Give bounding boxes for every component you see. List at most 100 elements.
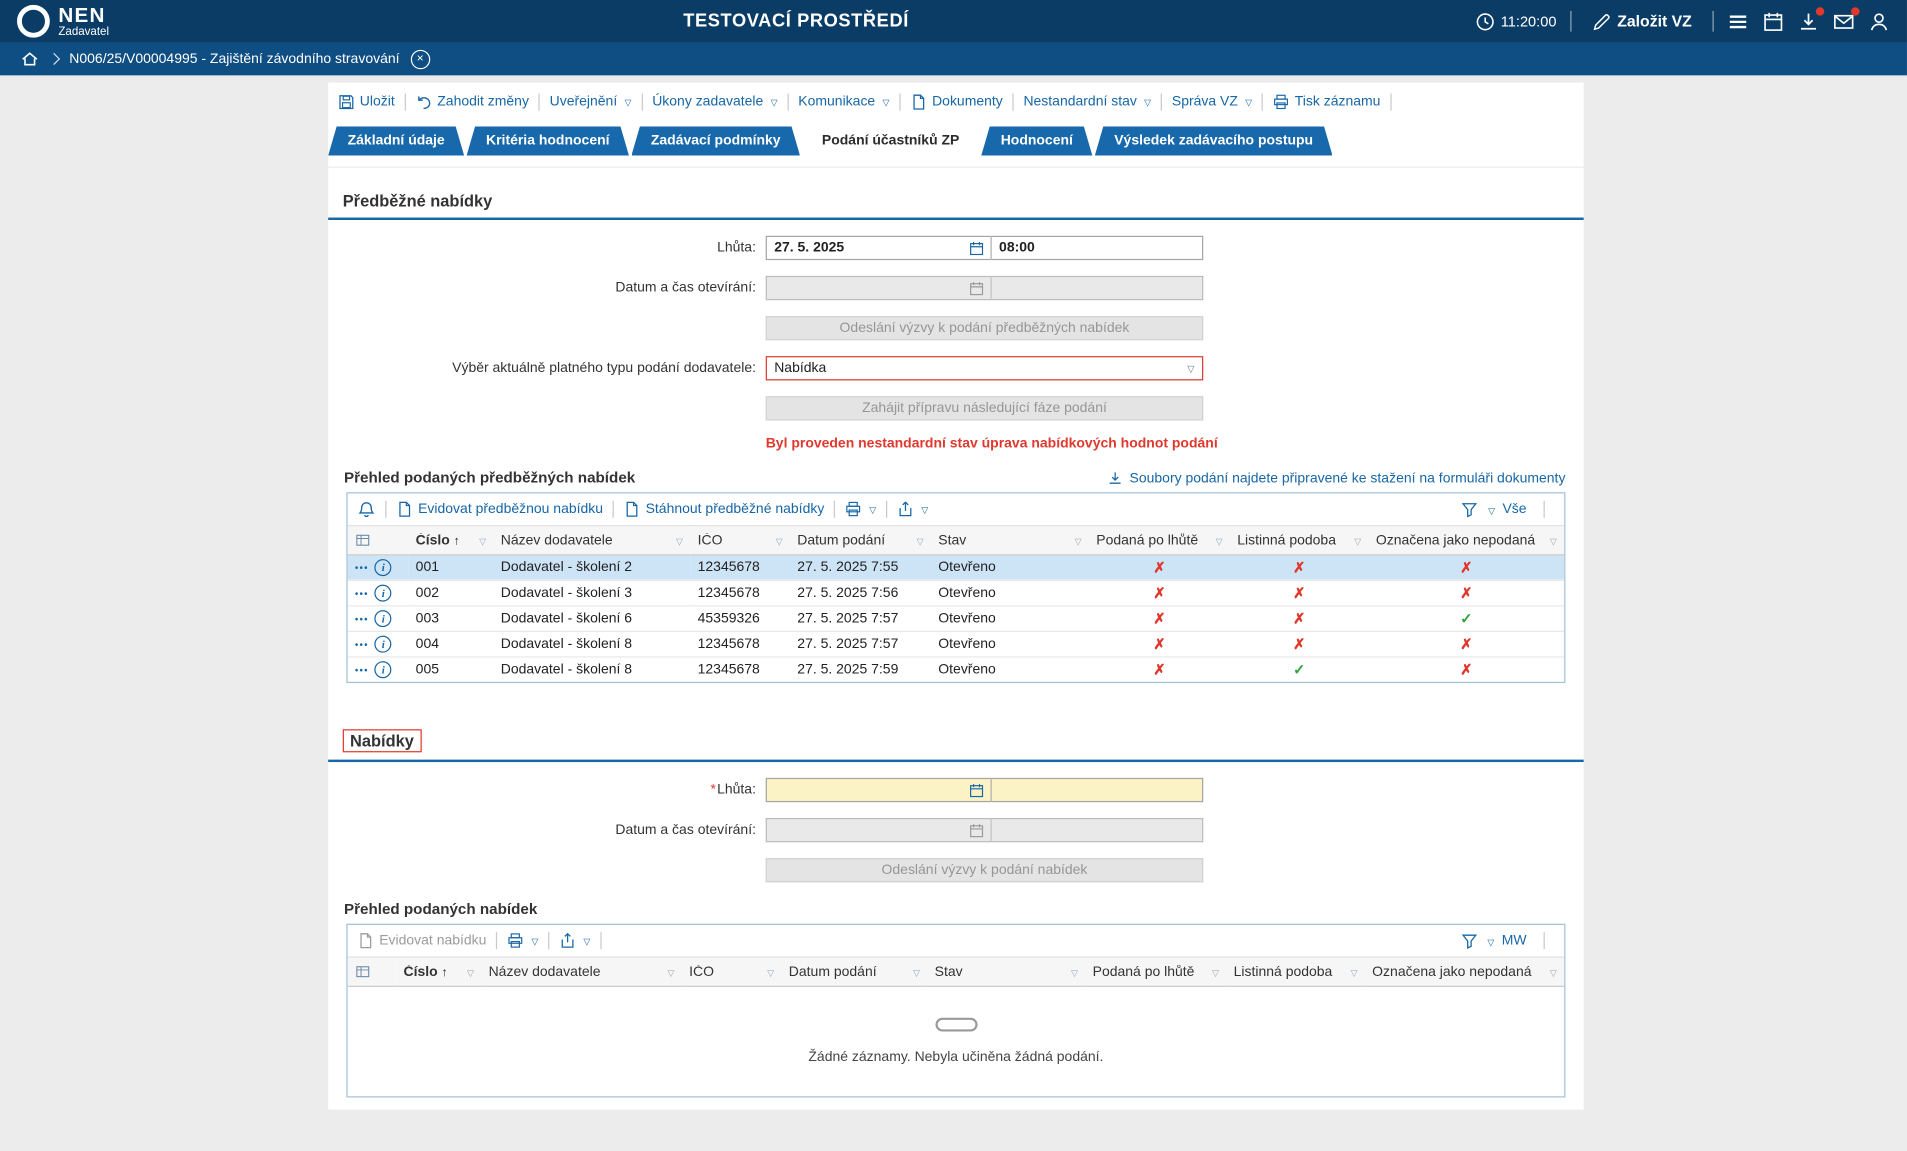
row-menu-button[interactable]	[355, 588, 369, 599]
column-filter-icon[interactable]	[772, 533, 783, 548]
publication-menu-button[interactable]: Uveřejnění	[550, 95, 632, 110]
calendar-icon[interactable]	[969, 240, 985, 256]
print-record-button[interactable]: Tisk záznamu	[1273, 94, 1381, 111]
discard-changes-button[interactable]: Zahodit změny	[415, 94, 529, 111]
communication-menu-button[interactable]: Komunikace	[798, 95, 889, 110]
column-filter-icon[interactable]	[1546, 533, 1557, 548]
column-filter-icon[interactable]	[913, 533, 924, 548]
column-nazev-dodavatele[interactable]: Název dodavatele	[493, 526, 690, 555]
offers-deadline-date-input[interactable]	[766, 778, 992, 802]
column-settings-header[interactable]	[348, 957, 397, 986]
app-logo[interactable]: NEN Zadavatel	[0, 5, 109, 38]
column-settings-header[interactable]	[348, 526, 409, 555]
print-table-button[interactable]	[507, 932, 538, 949]
calendar-button[interactable]	[1762, 10, 1784, 32]
table-row[interactable]: 005Dodavatel - školení 81234567827. 5. 2…	[348, 657, 1565, 682]
menu-icon	[1727, 10, 1749, 32]
prelim-deadline-date-input[interactable]: 27. 5. 2025	[766, 236, 992, 260]
documents-button[interactable]: Dokumenty	[910, 94, 1003, 111]
close-record-button[interactable]	[410, 49, 429, 68]
view-selector[interactable]: Vše	[1502, 502, 1526, 517]
info-icon[interactable]	[375, 636, 392, 653]
watchdog-bell-button[interactable]	[357, 500, 375, 518]
calendar-icon[interactable]	[969, 782, 985, 798]
column-filter-icon[interactable]	[764, 964, 775, 979]
send-offers-call-button[interactable]: Odeslání výzvy k podání nabídek	[766, 858, 1204, 882]
contracting-actions-menu-button[interactable]: Úkony zadavatele	[652, 95, 777, 110]
column-filter-icon[interactable]	[475, 533, 486, 548]
filter-button[interactable]	[1461, 932, 1478, 949]
column-filter-icon[interactable]	[909, 964, 920, 979]
submission-files-link[interactable]: Soubory podání najdete připravené ke sta…	[1108, 470, 1566, 486]
info-icon[interactable]	[375, 610, 392, 627]
menu-button[interactable]	[1727, 10, 1749, 32]
view-selector[interactable]: MW	[1502, 933, 1527, 948]
nonstandard-state-menu-button[interactable]: Nestandardní stav	[1023, 95, 1151, 110]
create-vz-button[interactable]: Založit VZ	[1584, 10, 1699, 32]
column-filter-icon[interactable]	[1071, 533, 1082, 548]
send-prelim-call-button[interactable]: Odeslání výzvy k podání předběžných nabí…	[766, 316, 1204, 340]
column-stav[interactable]: Stav	[931, 526, 1089, 555]
home-button[interactable]	[21, 50, 39, 68]
table-row[interactable]: 004Dodavatel - školení 81234567827. 5. 2…	[348, 631, 1565, 657]
offers-deadline-time-input[interactable]	[992, 778, 1203, 802]
print-table-button[interactable]	[845, 501, 876, 518]
messages-button[interactable]	[1833, 10, 1855, 32]
info-icon[interactable]	[375, 585, 392, 602]
tab-zakladni-udaje[interactable]: Základní údaje	[328, 126, 464, 155]
column-filter-icon[interactable]	[1546, 964, 1557, 979]
column-podana-po-lhute[interactable]: Podaná po lhůtě	[1085, 957, 1226, 986]
record-toolbar: Uložit Zahodit změny Uveřejnění Úkony za…	[328, 83, 1584, 119]
column-oznacena-jako-nepodana[interactable]: Označena jako nepodaná	[1369, 526, 1565, 555]
column-filter-icon[interactable]	[1208, 964, 1219, 979]
column-listinna-podoba[interactable]: Listinná podoba	[1230, 526, 1369, 555]
info-icon[interactable]	[375, 559, 392, 576]
column-filter-icon[interactable]	[1212, 533, 1223, 548]
table-row[interactable]: 002Dodavatel - školení 31234567827. 5. 2…	[348, 580, 1565, 606]
tab-kriteria-hodnoceni[interactable]: Kritéria hodnocení	[467, 126, 629, 155]
tab-vysledek-zadavaciho-postupu[interactable]: Výsledek zadávacího postupu	[1095, 126, 1333, 155]
column-oznacena-jako-nepodana[interactable]: Označena jako nepodaná	[1365, 957, 1564, 986]
prelim-deadline-time-input[interactable]: 08:00	[992, 236, 1203, 260]
export-table-button[interactable]	[897, 501, 928, 518]
nen-logo-icon	[17, 5, 50, 38]
column-filter-icon[interactable]	[463, 964, 474, 979]
register-offer-button[interactable]: Evidovat nabídku	[357, 932, 486, 949]
start-next-phase-button[interactable]: Zahájit přípravu následující fáze podání	[766, 396, 1204, 420]
column-cislo[interactable]: Číslo	[396, 957, 481, 986]
submission-type-select[interactable]: Nabídka	[766, 356, 1204, 380]
column-nazev-dodavatele[interactable]: Název dodavatele	[481, 957, 682, 986]
column-filter-icon[interactable]	[1351, 533, 1362, 548]
row-menu-button[interactable]	[355, 664, 369, 675]
tab-podani-ucastniku-zp[interactable]: Podání účastníků ZP	[802, 126, 978, 155]
column-podana-po-lhute[interactable]: Podaná po lhůtě	[1089, 526, 1230, 555]
column-filter-icon[interactable]	[1347, 964, 1358, 979]
tab-hodnoceni[interactable]: Hodnocení	[981, 126, 1092, 155]
export-table-button[interactable]	[559, 932, 590, 949]
column-datum-podani[interactable]: Datum podání	[782, 957, 928, 986]
column-cislo[interactable]: Číslo	[408, 526, 493, 555]
filter-button[interactable]	[1461, 501, 1478, 518]
row-menu-button[interactable]	[355, 613, 369, 624]
column-listinna-podoba[interactable]: Listinná podoba	[1226, 957, 1365, 986]
breadcrumb-item[interactable]: N006/25/V00004995 - Zajištění závodního …	[69, 52, 399, 67]
column-datum-podani[interactable]: Datum podání	[790, 526, 931, 555]
register-prelim-bid-button[interactable]: Evidovat předběžnou nabídku	[396, 501, 603, 518]
download-prelim-bids-button[interactable]: Stáhnout předběžné nabídky	[624, 501, 825, 518]
user-button[interactable]	[1868, 10, 1890, 32]
table-row[interactable]: 001Dodavatel - školení 21234567827. 5. 2…	[348, 555, 1565, 581]
table-row[interactable]: 003Dodavatel - školení 64535932627. 5. 2…	[348, 606, 1565, 632]
column-filter-icon[interactable]	[672, 533, 683, 548]
info-icon[interactable]	[375, 661, 392, 678]
column-ico[interactable]: IČO	[682, 957, 782, 986]
column-filter-icon[interactable]	[1067, 964, 1078, 979]
vz-administration-menu-button[interactable]: Správa VZ	[1172, 95, 1252, 110]
column-stav[interactable]: Stav	[927, 957, 1085, 986]
row-menu-button[interactable]	[355, 562, 369, 573]
column-filter-icon[interactable]	[664, 964, 675, 979]
row-menu-button[interactable]	[355, 639, 369, 650]
column-ico[interactable]: IČO	[690, 526, 790, 555]
save-button[interactable]: Uložit	[338, 94, 395, 111]
tab-zadavaci-podminky[interactable]: Zadávací podmínky	[631, 126, 800, 155]
downloads-button[interactable]	[1798, 10, 1820, 32]
